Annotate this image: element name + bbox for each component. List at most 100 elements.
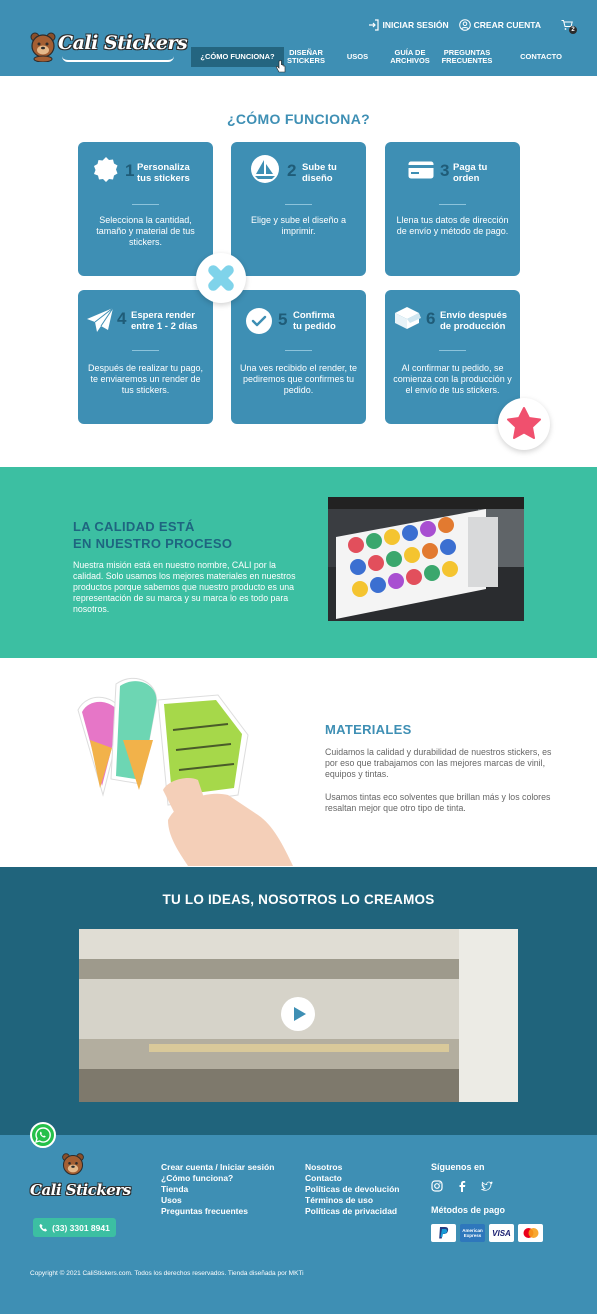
nav-contacto[interactable]: CONTACTO xyxy=(501,52,581,62)
step-desc: Selecciona la cantidad, tamaño y materia… xyxy=(96,215,195,247)
user-icon xyxy=(458,19,471,31)
step-desc: Al confirmar tu pedido, se comienza con … xyxy=(393,363,512,395)
step-card-4: 4 Espera render entre 1 - 2 días Después… xyxy=(78,290,213,424)
footer-links-2: Nosotros Contacto Políticas de devolució… xyxy=(305,1162,399,1217)
credit-card-icon xyxy=(408,161,434,179)
step-card-3: 3 Paga tu orden Llena tus datos de direc… xyxy=(385,142,520,276)
register-label: CREAR CUENTA xyxy=(473,20,541,30)
footer-link[interactable]: Políticas de devolución xyxy=(305,1184,399,1195)
header: Cali Stickers INICIAR SESIÓN CREAR CUENT… xyxy=(0,0,597,76)
step-card-1: 1 Personaliza tus stickers Selecciona la… xyxy=(78,142,213,276)
badge-icon xyxy=(94,157,118,182)
cart-count-badge: 2 xyxy=(569,26,577,34)
quality-text: Nuestra misión está en nuestro nombre, C… xyxy=(73,560,296,614)
footer-link[interactable]: Crear cuenta / Iniciar sesión xyxy=(161,1162,274,1173)
brand-name: Cali Stickers xyxy=(58,32,188,54)
quality-section: LA CALIDAD ESTÁ EN NUESTRO PROCESO Nuest… xyxy=(0,467,597,658)
bear-mascot-icon xyxy=(30,32,56,62)
step-title: Confirma tu pedido xyxy=(293,310,336,332)
step-number: 2 xyxy=(287,161,297,180)
login-icon xyxy=(368,19,379,31)
mastercard-badge xyxy=(518,1224,543,1242)
instagram-icon[interactable] xyxy=(431,1180,443,1192)
nav-disenar-stickers[interactable]: DISEÑAR STICKERS xyxy=(284,48,328,66)
facebook-icon[interactable] xyxy=(456,1180,468,1192)
footer-link[interactable]: Contacto xyxy=(305,1173,399,1184)
step-number: 6 xyxy=(426,309,436,328)
footer-brand-name: Cali Stickers xyxy=(30,1181,131,1199)
amex-label: American Express xyxy=(462,1228,483,1238)
divider xyxy=(439,350,466,351)
whatsapp-button[interactable] xyxy=(30,1122,56,1148)
step-desc: Una ves recibido el render, te pediremos… xyxy=(239,363,358,395)
quality-title-line2: EN NUESTRO PROCESO xyxy=(73,536,233,551)
footer-link[interactable]: Usos xyxy=(161,1195,274,1206)
twitter-icon[interactable] xyxy=(481,1180,493,1192)
play-button[interactable] xyxy=(281,997,315,1031)
nav-como-funciona[interactable]: ¿CÓMO FUNCIONA? xyxy=(191,47,284,67)
materials-title: MATERIALES xyxy=(325,722,412,737)
materials-text-1: Cuidamos la calidad y durabilidad de nue… xyxy=(325,747,552,779)
how-it-works-title: ¿CÓMO FUNCIONA? xyxy=(227,111,370,127)
cart-button[interactable]: 2 xyxy=(561,19,577,34)
footer-link[interactable]: Términos de uso xyxy=(305,1195,399,1206)
step-number: 4 xyxy=(117,309,127,328)
hand-cursor-icon xyxy=(276,60,286,73)
account-bar: INICIAR SESIÓN CREAR CUENTA 2 xyxy=(368,19,577,34)
step-number: 3 xyxy=(440,161,450,180)
footer-link[interactable]: Nosotros xyxy=(305,1162,399,1173)
materials-section: MATERIALES Cuidamos la calidad y durabil… xyxy=(0,658,597,867)
nav-preguntas-frecuentes[interactable]: PREGUNTAS FRECUENTES xyxy=(433,48,501,66)
printer-photo xyxy=(328,497,524,621)
visa-badge: VISA xyxy=(489,1224,514,1242)
step-number: 1 xyxy=(125,161,135,180)
footer-link[interactable]: Preguntas frecuentes xyxy=(161,1206,274,1217)
login-link[interactable]: INICIAR SESIÓN xyxy=(368,19,449,31)
logo[interactable]: Cali Stickers xyxy=(28,28,188,66)
check-circle-icon xyxy=(246,308,272,334)
box-icon xyxy=(395,307,421,329)
paypal-badge xyxy=(431,1224,456,1242)
materials-text-2: Usamos tintas eco solventes que brillan … xyxy=(325,792,551,813)
step-title: Espera render entre 1 - 2 días xyxy=(131,310,198,332)
divider xyxy=(439,204,466,205)
sailboat-icon xyxy=(251,155,279,183)
step-card-2: 2 Sube tu diseño Elige y sube el diseño … xyxy=(231,142,366,276)
register-link[interactable]: CREAR CUENTA xyxy=(458,19,541,31)
nav-guia-archivos[interactable]: GUÍA DE ARCHIVOS xyxy=(387,48,433,66)
phone-number: (33) 3301 8941 xyxy=(52,1222,110,1233)
step-desc: Llena tus datos de dirección de envío y … xyxy=(396,215,509,236)
footer: Cali Stickers (33) 3301 8941 Crear cuent… xyxy=(0,1135,597,1314)
step-title: Paga tu orden xyxy=(453,162,488,184)
paypal-icon xyxy=(438,1227,448,1239)
follow-title: Síguenos en xyxy=(431,1162,485,1172)
mastercard-icon xyxy=(523,1228,538,1238)
phone-button[interactable]: (33) 3301 8941 xyxy=(33,1218,116,1237)
play-icon xyxy=(294,1007,306,1021)
divider xyxy=(285,350,312,351)
step-title: Personaliza tus stickers xyxy=(137,162,190,184)
nav-usos[interactable]: USOS xyxy=(328,52,387,62)
footer-link[interactable]: ¿Cómo funciona? xyxy=(161,1173,274,1184)
x-sticker-decoration xyxy=(196,253,246,303)
logo-swoosh xyxy=(62,56,174,62)
footer-link[interactable]: Tienda xyxy=(161,1184,274,1195)
bear-mascot-icon xyxy=(62,1153,84,1176)
step-desc: Elige y sube el diseño a imprimir. xyxy=(250,215,347,236)
video-title: TU LO IDEAS, NOSOTROS LO CREAMOS xyxy=(162,892,435,907)
phone-icon xyxy=(39,1223,48,1232)
amex-badge: American Express xyxy=(460,1224,485,1242)
divider xyxy=(132,204,159,205)
step-title: Envío después de producción xyxy=(440,310,508,332)
footer-logo[interactable]: Cali Stickers xyxy=(30,1151,131,1209)
footer-link[interactable]: Políticas de privacidad xyxy=(305,1206,399,1217)
divider xyxy=(132,350,159,351)
main-nav: ¿CÓMO FUNCIONA? DISEÑAR STICKERS USOS GU… xyxy=(191,46,581,68)
video-section: TU LO IDEAS, NOSOTROS LO CREAMOS xyxy=(0,867,597,1135)
star-sticker-decoration xyxy=(498,398,550,450)
divider xyxy=(285,204,312,205)
copyright: Copyright © 2021 CaliStickers.com. Todos… xyxy=(30,1270,304,1277)
social-links xyxy=(431,1180,493,1192)
whatsapp-icon xyxy=(34,1127,51,1144)
login-label: INICIAR SESIÓN xyxy=(382,20,449,30)
